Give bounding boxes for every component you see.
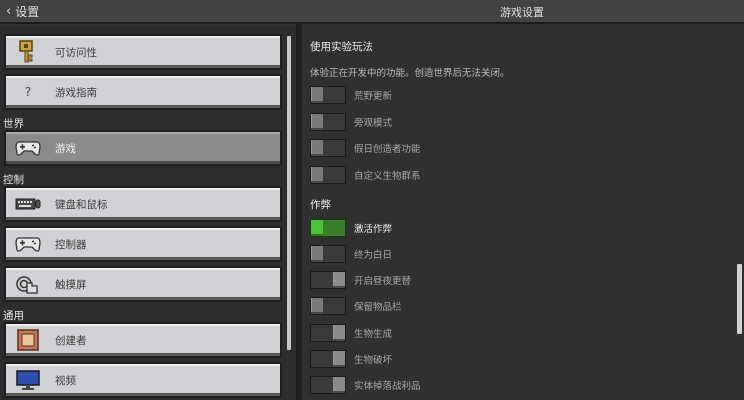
controller-icon xyxy=(15,135,41,161)
sidebar-item-video[interactable]: 视频 xyxy=(4,362,282,398)
sidebar-item-accessibility[interactable]: 可访问性 xyxy=(4,34,282,70)
sidebar-item-label: 创建者 xyxy=(55,334,87,347)
controller-icon xyxy=(15,231,41,257)
toggle-label: 实体掉落战利品 xyxy=(354,381,421,392)
back-button[interactable]: ‹ 设置 xyxy=(6,3,39,20)
toggle-label: 生物破坏 xyxy=(354,355,393,366)
sidebar-item-keyboard-mouse[interactable]: 键盘和鼠标 xyxy=(4,186,282,222)
settings-scrollbar[interactable] xyxy=(737,264,742,334)
sidebar-item-label: 触摸屏 xyxy=(55,278,87,291)
toggle-label: 旁观模式 xyxy=(354,118,393,129)
experimental-description: 体验正在开发中的功能。创造世界后无法关闭。 xyxy=(310,68,510,79)
section-world: 世界 xyxy=(3,118,24,130)
touch-icon xyxy=(15,271,41,297)
sidebar-item-guide[interactable]: ? 游戏指南 xyxy=(4,74,282,110)
activate-cheats-toggle[interactable] xyxy=(310,219,346,237)
wild-update-toggle[interactable] xyxy=(310,86,346,104)
game-settings-panel: 使用实验玩法 体验正在开发中的功能。创造世界后无法关闭。 荒野更新 旁观模式 假… xyxy=(302,26,744,400)
sidebar-item-label: 游戏指南 xyxy=(55,86,97,99)
always-day-toggle[interactable] xyxy=(310,245,346,263)
experimental-heading: 使用实验玩法 xyxy=(310,41,373,53)
sidebar-item-touchscreen[interactable]: 触摸屏 xyxy=(4,266,282,302)
custom-biomes-toggle[interactable] xyxy=(310,166,346,184)
toggle-label: 激活作弊 xyxy=(354,224,393,235)
sidebar-item-label: 可访问性 xyxy=(55,46,97,59)
title-bar: ‹ 设置 游戏设置 xyxy=(0,0,744,24)
mob-spawning-toggle[interactable] xyxy=(310,324,346,342)
sidebar-item-game[interactable]: 游戏 xyxy=(4,130,282,166)
toggle-label: 自定义生物群系 xyxy=(354,171,421,182)
monitor-icon xyxy=(15,367,41,393)
chevron-left-icon: ‹ xyxy=(6,4,12,19)
toggle-label: 荒野更新 xyxy=(354,91,393,102)
toggle-label: 终为白日 xyxy=(354,250,393,261)
sidebar-item-label: 控制器 xyxy=(55,238,87,251)
key-icon xyxy=(15,39,41,65)
sidebar-item-label: 视频 xyxy=(55,374,76,387)
toggle-label: 保留物品栏 xyxy=(354,302,402,313)
question-icon: ? xyxy=(24,85,32,99)
sidebar-item-creator[interactable]: 创建者 xyxy=(4,322,282,358)
entity-drops-toggle[interactable] xyxy=(310,376,346,394)
keep-inventory-toggle[interactable] xyxy=(310,297,346,315)
back-label: 设置 xyxy=(15,5,40,19)
sidebar-item-label: 键盘和鼠标 xyxy=(55,198,108,211)
section-general: 通用 xyxy=(3,310,24,322)
daylight-cycle-toggle[interactable] xyxy=(310,271,346,289)
cheats-heading: 作弊 xyxy=(310,199,331,211)
holiday-creator-toggle[interactable] xyxy=(310,139,346,157)
toggle-label: 开启昼夜更替 xyxy=(354,276,412,287)
mob-griefing-toggle[interactable] xyxy=(310,350,346,368)
sidebar-scrollbar[interactable] xyxy=(287,36,291,350)
sidebar-item-label: 游戏 xyxy=(55,142,76,155)
spectator-toggle[interactable] xyxy=(310,113,346,131)
section-controls: 控制 xyxy=(3,174,24,186)
sidebar-item-controller[interactable]: 控制器 xyxy=(4,226,282,262)
keyboard-icon xyxy=(15,191,41,217)
page-title: 游戏设置 xyxy=(500,6,544,19)
toggle-label: 生物生成 xyxy=(354,329,393,340)
creator-icon xyxy=(15,327,41,353)
toggle-label: 假日创造者功能 xyxy=(354,144,421,155)
settings-sidebar: 可访问性 ? 游戏指南 世界 游戏 控制 键盘和鼠标 控制器 触摸屏 通用 创建… xyxy=(0,26,296,400)
